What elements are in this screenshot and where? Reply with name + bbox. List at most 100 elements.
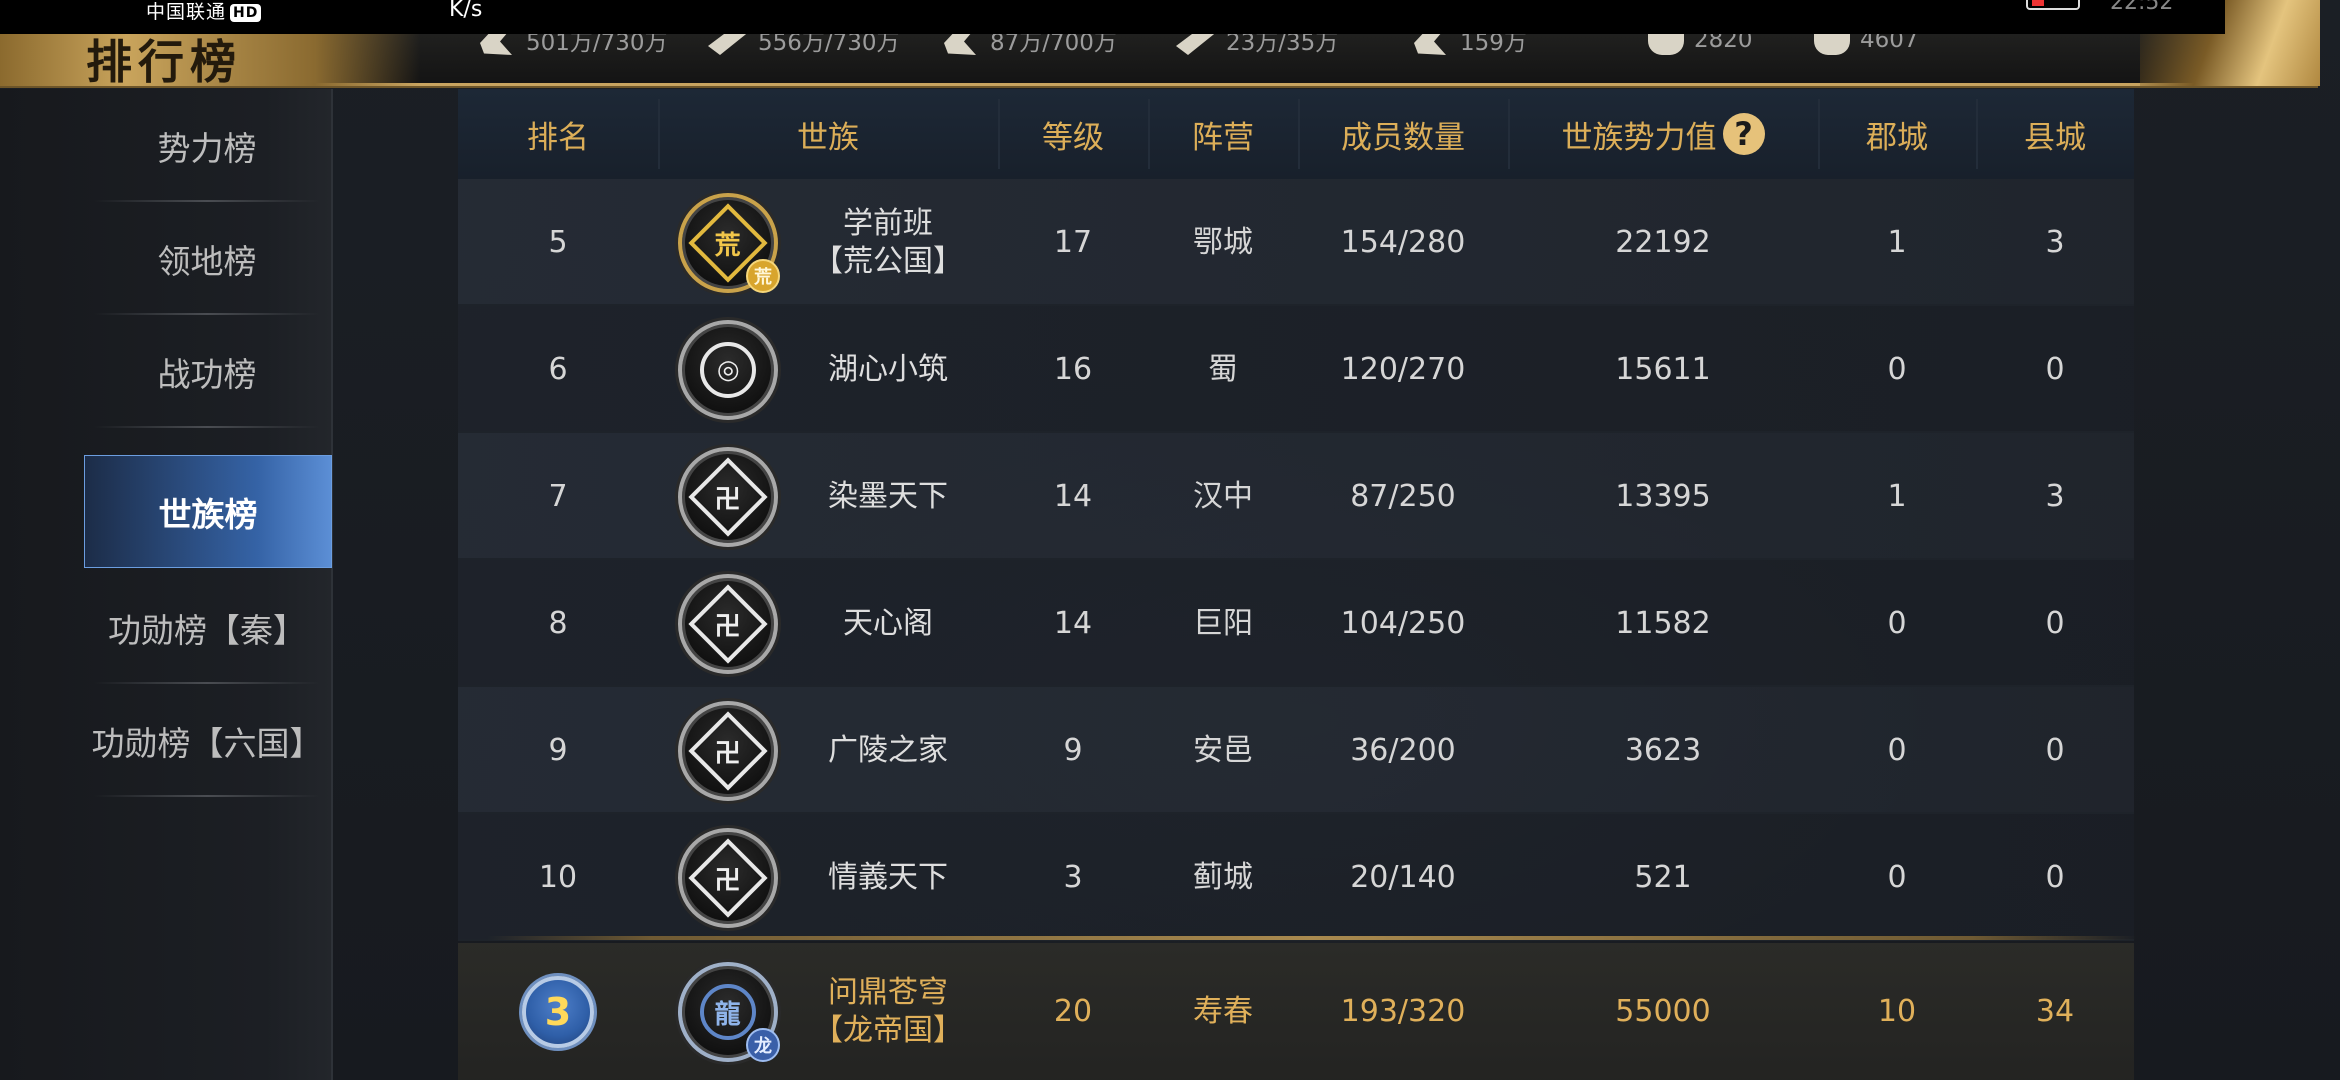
cell-rank: 7 bbox=[548, 478, 568, 514]
cell-county: 0 bbox=[2045, 605, 2065, 641]
clan-name: 染墨天下 bbox=[828, 478, 948, 514]
cell-faction: 蓟城 bbox=[1193, 859, 1253, 895]
table-row[interactable]: 8 卍 天心阁 14 巨阳 104/250 11582 0 0 bbox=[458, 560, 2134, 687]
battery-icon bbox=[2026, 0, 2080, 10]
cell-rank: 8 bbox=[548, 605, 568, 641]
clan-ranking-table: 排名 世族 等级 阵营 成员数量 世族势力值 ? 郡城 县城 5 荒 荒 学前班… bbox=[458, 89, 2134, 1080]
sidebar-item-label: 世族榜 bbox=[158, 494, 258, 534]
column-header-faction: 阵营 bbox=[1192, 119, 1254, 156]
cell-prefecture: 1 bbox=[1887, 478, 1907, 514]
sidebar-item-label: 势力榜 bbox=[157, 128, 257, 168]
emblem-glyph: 荒 bbox=[714, 230, 742, 261]
sidebar-item-clan-ranking[interactable]: 世族榜 bbox=[84, 455, 332, 568]
sidebar-item-label: 功勋榜【秦】 bbox=[108, 610, 306, 650]
column-header-power-label: 世族势力值 bbox=[1561, 119, 1717, 156]
sidebar-item-power-ranking[interactable]: 势力榜 bbox=[84, 89, 330, 202]
cell-level: 9 bbox=[1063, 732, 1083, 768]
cell-county: 3 bbox=[2045, 478, 2065, 514]
cell-prefecture: 0 bbox=[1887, 605, 1907, 641]
cell-rank: 10 bbox=[538, 859, 578, 895]
cell-faction: 巨阳 bbox=[1193, 605, 1253, 641]
divider bbox=[94, 426, 320, 428]
cell-prefecture: 1 bbox=[1887, 224, 1907, 260]
page-title: 排行榜 bbox=[86, 35, 242, 89]
sidebar-item-honor-qin[interactable]: 功勋榜【秦】 bbox=[84, 571, 330, 684]
clan-name: 天心阁 bbox=[843, 605, 933, 641]
emblem-glyph: 龍 bbox=[714, 999, 742, 1030]
sidebar-item-honor-six-states[interactable]: 功勋榜【六国】 bbox=[84, 684, 330, 797]
cell-level: 17 bbox=[1053, 224, 1093, 260]
cell-clan-name: 湖心小筑 bbox=[788, 306, 988, 433]
own-clan-row[interactable]: 3 龍 龙 问鼎苍穹 【龙帝国】 20 寿春 193/320 55000 10 … bbox=[458, 943, 2134, 1080]
divider bbox=[94, 795, 320, 797]
nation-badge-icon: 龙 bbox=[746, 1028, 780, 1062]
nation-badge-icon: 荒 bbox=[746, 259, 780, 293]
cell-level: 20 bbox=[1053, 993, 1093, 1029]
cell-county: 0 bbox=[2045, 351, 2065, 387]
emblem-frame: 卍 bbox=[688, 838, 768, 918]
cell-faction: 鄂城 bbox=[1193, 224, 1253, 260]
emblem-glyph: 卍 bbox=[714, 738, 742, 769]
default-clan-emblem-icon: 卍 bbox=[678, 701, 778, 801]
own-row-divider bbox=[487, 936, 2137, 940]
cell-members: 104/250 bbox=[1340, 605, 1466, 641]
system-status-bar: 中国联通 HD K/s 22:52 bbox=[0, 0, 2225, 34]
emblem-frame: 卍 bbox=[688, 711, 768, 791]
table-row[interactable]: 9 卍 广陵之家 9 安邑 36/200 3623 0 0 bbox=[458, 687, 2134, 814]
help-icon[interactable]: ? bbox=[1722, 113, 1765, 155]
cell-clan-name: 天心阁 bbox=[788, 560, 988, 687]
emblem-glyph: 卍 bbox=[714, 484, 742, 515]
cell-members: 193/320 bbox=[1340, 993, 1466, 1029]
column-header-rank: 排名 bbox=[527, 119, 589, 156]
clan-nation: 【荒公国】 bbox=[813, 243, 963, 279]
emblem-frame: 卍 bbox=[688, 584, 768, 664]
cell-faction: 蜀 bbox=[1208, 351, 1238, 387]
column-header-clan: 世族 bbox=[797, 119, 859, 156]
cell-rank: 3 bbox=[458, 943, 658, 1080]
cell-members: 120/270 bbox=[1340, 351, 1466, 387]
cell-clan-name: 问鼎苍穹 【龙帝国】 bbox=[788, 943, 988, 1080]
swirl-emblem-icon: ◎ bbox=[678, 320, 778, 420]
sidebar-item-territory-ranking[interactable]: 领地榜 bbox=[84, 202, 330, 315]
table-row[interactable]: 6 ◎ 湖心小筑 16 蜀 120/270 15611 0 0 bbox=[458, 306, 2134, 433]
cell-prefecture: 0 bbox=[1887, 732, 1907, 768]
default-clan-emblem-icon: 卍 bbox=[678, 574, 778, 674]
sidebar-item-label: 领地榜 bbox=[157, 241, 257, 281]
clan-name: 湖心小筑 bbox=[828, 351, 948, 387]
emblem-glyph: ◎ bbox=[716, 355, 740, 385]
table-row[interactable]: 7 卍 染墨天下 14 汉中 87/250 13395 1 3 bbox=[458, 433, 2134, 560]
default-clan-emblem-icon: 卍 bbox=[678, 447, 778, 547]
cell-power: 521 bbox=[1634, 859, 1692, 895]
emblem-glyph: 卍 bbox=[714, 611, 742, 642]
cell-faction: 安邑 bbox=[1193, 732, 1253, 768]
column-header-members: 成员数量 bbox=[1341, 119, 1465, 156]
cell-rank: 5 bbox=[548, 224, 568, 260]
carrier-name: 中国联通 bbox=[146, 1, 227, 23]
column-header-prefecture: 郡城 bbox=[1866, 119, 1928, 156]
clan-name: 学前班 bbox=[843, 205, 933, 241]
table-header: 排名 世族 等级 阵营 成员数量 世族势力值 ? 郡城 县城 bbox=[458, 89, 2134, 179]
leaderboard-screen: { "status_bar": { "carrier": "中国联通", "hd… bbox=[0, 0, 2340, 1080]
dragon-emblem-icon: 龍 龙 bbox=[678, 962, 780, 1062]
cell-power: 13395 bbox=[1615, 478, 1711, 514]
emblem-glyph: 卍 bbox=[714, 865, 742, 896]
cell-rank: 9 bbox=[548, 732, 568, 768]
emblem-frame: 卍 bbox=[688, 457, 768, 537]
clan-name: 情義天下 bbox=[828, 859, 948, 895]
network-speed: K/s bbox=[449, 0, 483, 22]
sidebar-item-merit-ranking[interactable]: 战功榜 bbox=[84, 315, 330, 428]
cell-level: 3 bbox=[1063, 859, 1083, 895]
emblem-frame: ◎ bbox=[688, 330, 768, 410]
table-row[interactable]: 5 荒 荒 学前班 【荒公国】 17 鄂城 154/280 22192 1 3 bbox=[458, 179, 2134, 306]
cell-prefecture: 0 bbox=[1887, 351, 1907, 387]
clock: 22:52 bbox=[2110, 0, 2174, 15]
cell-clan-name: 学前班 【荒公国】 bbox=[788, 179, 988, 306]
cell-faction: 汉中 bbox=[1193, 478, 1253, 514]
table-row[interactable]: 10 卍 情義天下 3 蓟城 20/140 521 0 0 bbox=[458, 814, 2134, 941]
cell-members: 87/250 bbox=[1350, 478, 1456, 514]
cell-clan-name: 广陵之家 bbox=[788, 687, 988, 814]
cell-county: 34 bbox=[2035, 993, 2075, 1029]
cell-county: 0 bbox=[2045, 732, 2065, 768]
cell-power: 11582 bbox=[1615, 605, 1711, 641]
cell-clan-name: 情義天下 bbox=[788, 814, 988, 941]
